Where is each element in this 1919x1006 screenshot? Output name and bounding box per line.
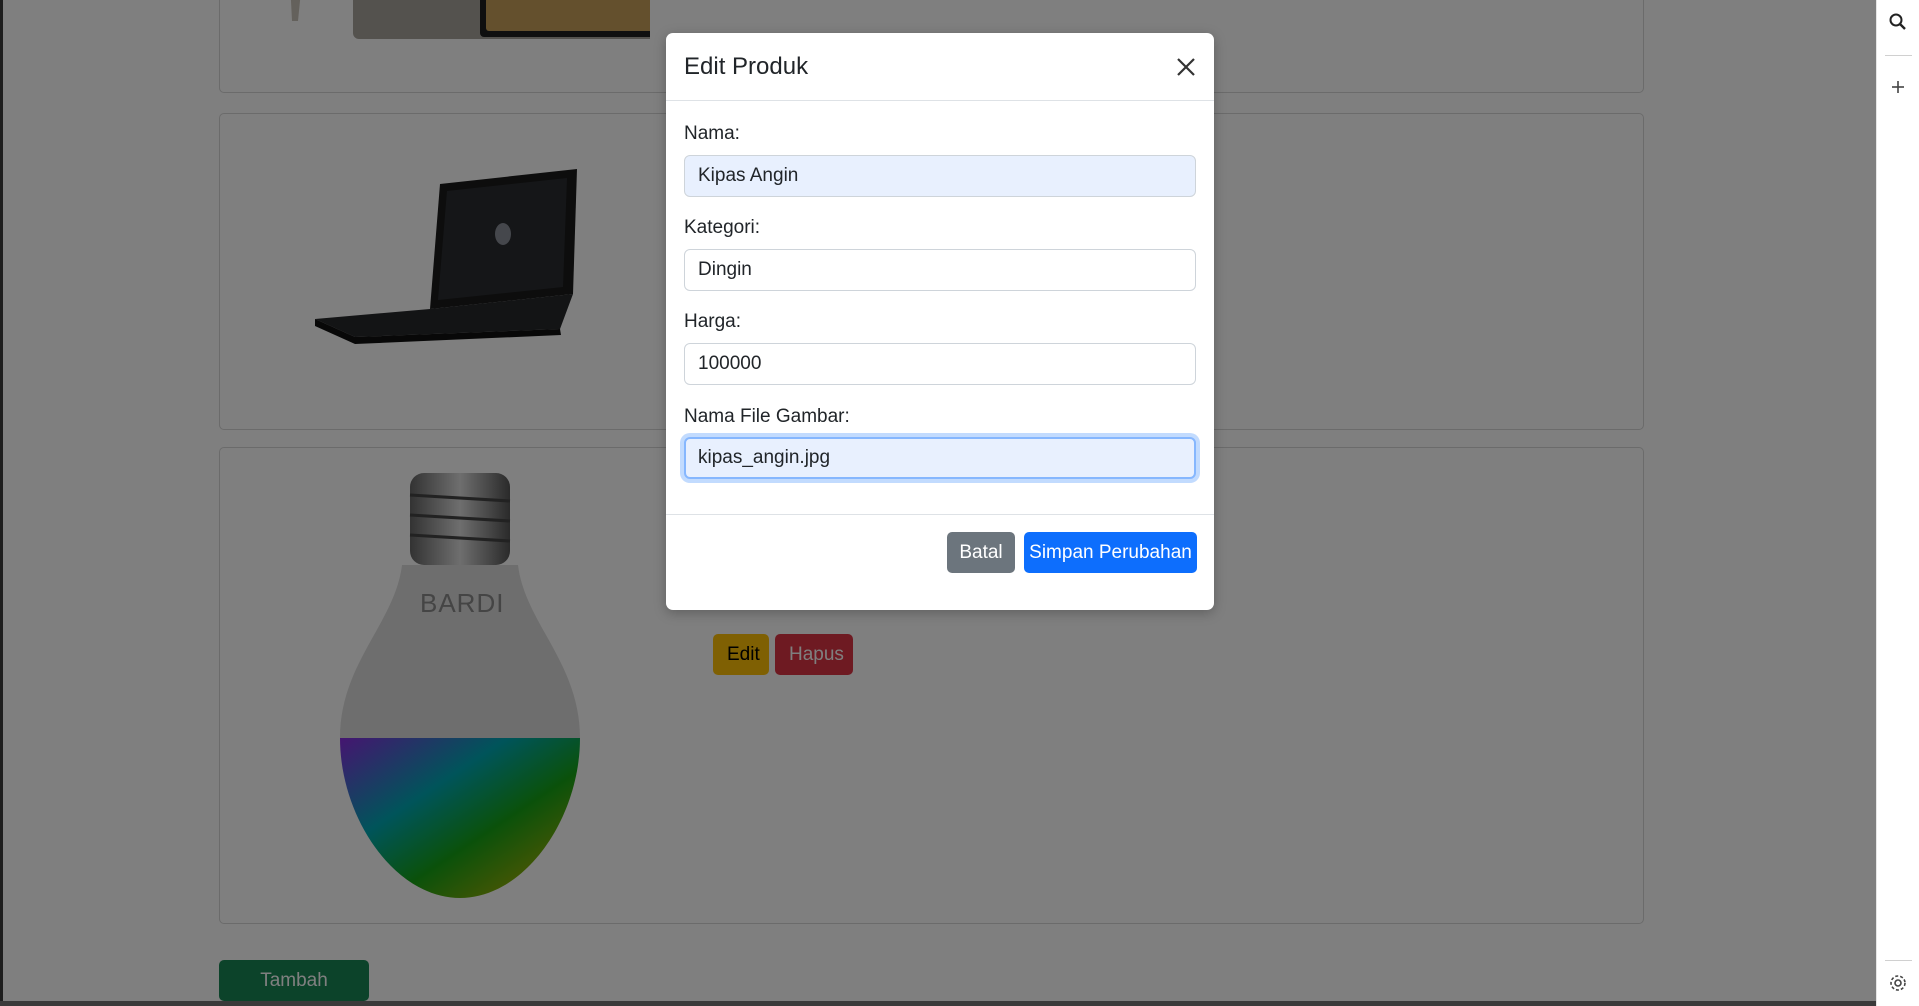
close-icon [1177,58,1195,76]
modal-footer: Batal Simpan Perubahan [666,514,1214,610]
image-filename-input[interactable] [684,437,1196,479]
window-bottom-border [0,1001,1876,1006]
modal-title: Edit Produk [684,53,809,80]
price-label: Harga: [684,311,742,332]
name-label: Nama: [684,123,740,144]
sidebar-divider [1885,960,1912,961]
price-input[interactable] [684,343,1196,385]
modal-header: Edit Produk [666,33,1214,101]
cancel-button[interactable]: Batal [947,532,1015,573]
name-input[interactable] [684,155,1196,197]
gear-icon[interactable] [1888,973,1908,993]
save-changes-button[interactable]: Simpan Perubahan [1024,532,1197,573]
browser-sidebar [1876,0,1919,1006]
close-button[interactable] [1172,53,1200,81]
sidebar-divider [1885,55,1912,56]
image-filename-label: Nama File Gambar: [684,406,850,427]
plus-icon[interactable] [1888,77,1908,97]
edit-product-modal: Edit Produk Nama: Kategori: Harga: Nama … [666,33,1214,610]
category-label: Kategori: [684,217,761,238]
category-input[interactable] [684,249,1196,291]
search-icon[interactable] [1888,12,1908,32]
